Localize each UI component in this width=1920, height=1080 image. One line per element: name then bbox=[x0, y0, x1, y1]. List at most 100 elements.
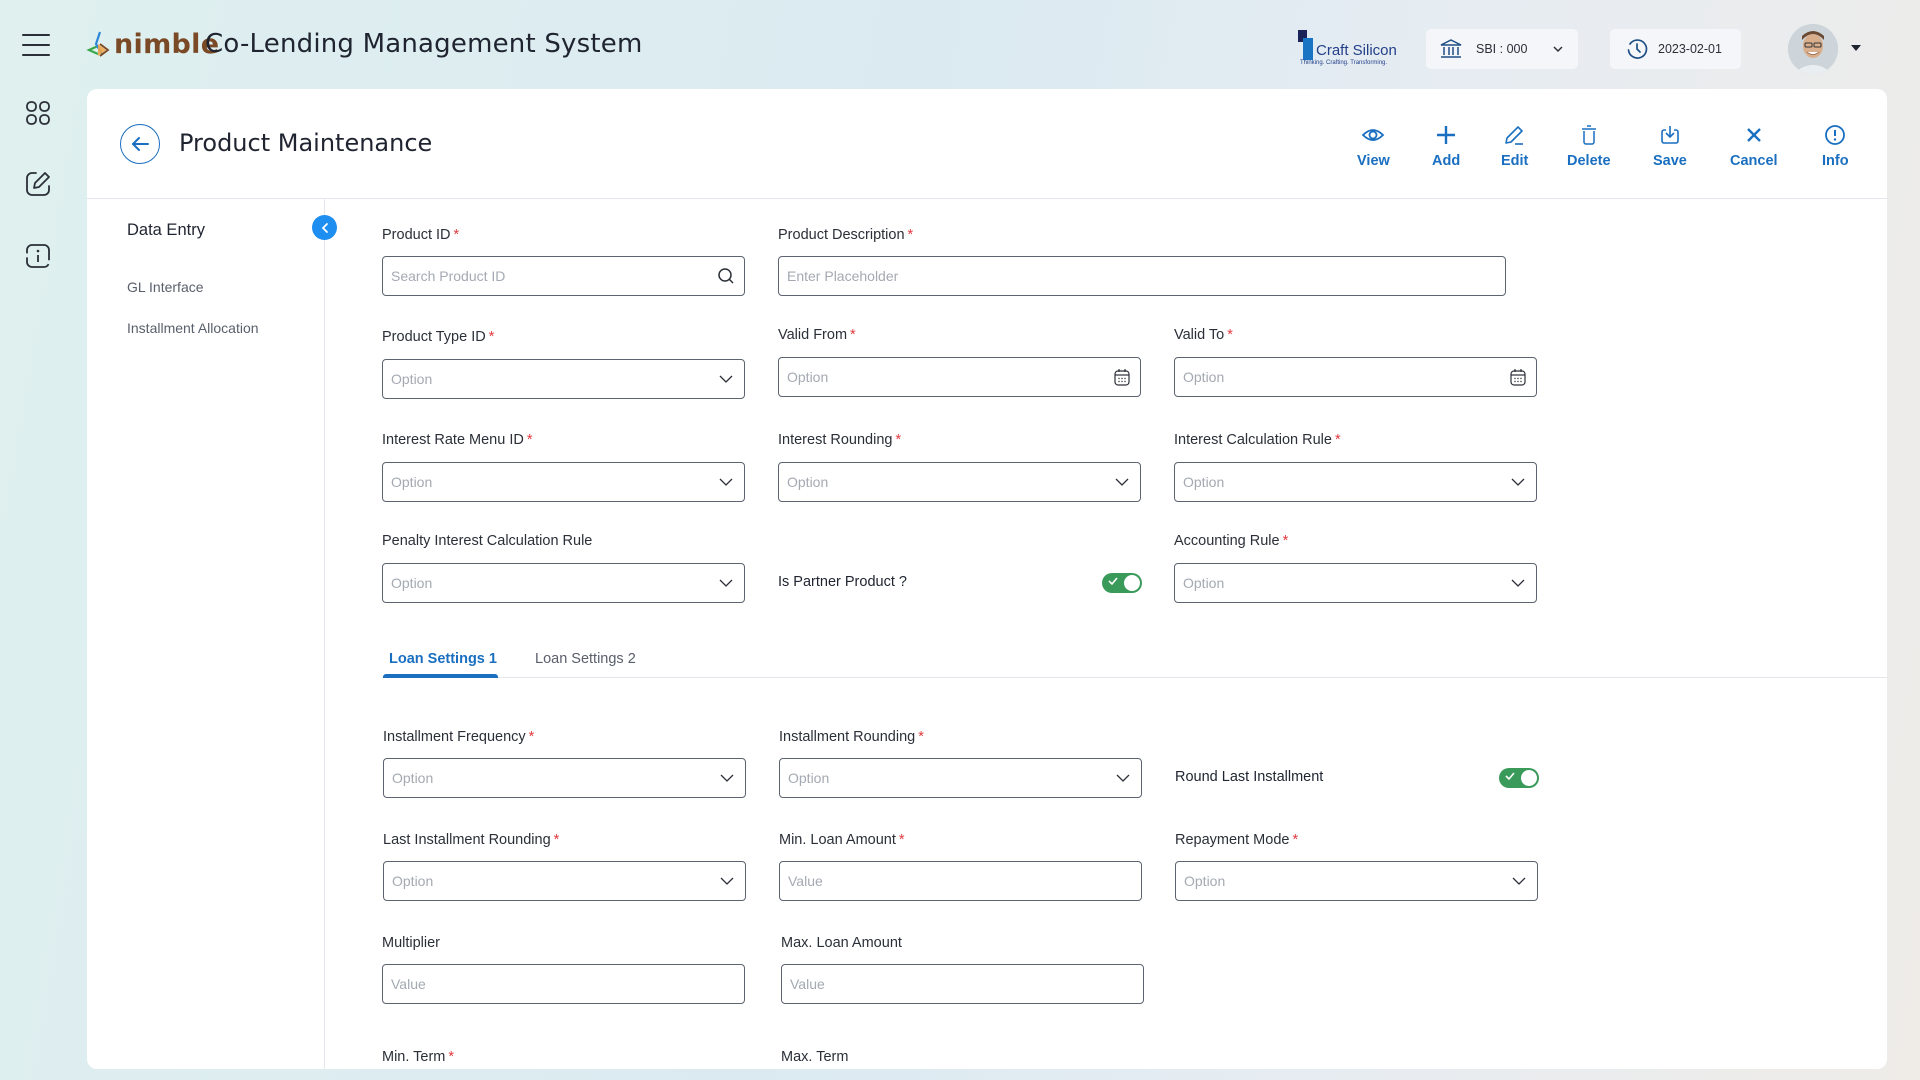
avatar-image bbox=[1788, 24, 1838, 74]
rail-dashboard[interactable] bbox=[24, 99, 52, 127]
partner-logo-mark bbox=[1303, 38, 1313, 60]
business-date[interactable]: 2023-02-01 bbox=[1610, 29, 1741, 69]
pencil-icon bbox=[1504, 126, 1523, 145]
back-button[interactable] bbox=[120, 124, 160, 164]
placeholder: Option bbox=[391, 575, 433, 591]
placeholder: Option bbox=[392, 770, 434, 786]
product-description-label: Product Description * bbox=[778, 227, 914, 243]
rail-edit[interactable] bbox=[24, 170, 52, 198]
product-id-label: Product ID * bbox=[382, 227, 460, 243]
menu-icon-bar bbox=[22, 54, 50, 56]
add-button[interactable]: Add bbox=[1432, 123, 1460, 169]
multiplier-input[interactable]: Value bbox=[382, 964, 745, 1004]
delete-button[interactable]: Delete bbox=[1567, 123, 1611, 169]
accounting-rule-select[interactable]: Option bbox=[1174, 563, 1537, 603]
sidebar-item-installment-allocation[interactable]: Installment Allocation bbox=[127, 320, 259, 336]
valid-to-date-input[interactable]: Option bbox=[1174, 357, 1537, 397]
valid-from-date-input[interactable]: Option bbox=[778, 357, 1141, 397]
view-button[interactable]: View bbox=[1357, 123, 1390, 169]
interest-rate-menu-id-select[interactable]: Option bbox=[382, 462, 745, 502]
valid-to-label: Valid To * bbox=[1174, 327, 1233, 343]
installment-frequency-select[interactable]: Option bbox=[383, 758, 746, 798]
installment-rounding-select[interactable]: Option bbox=[779, 758, 1142, 798]
save-label: Save bbox=[1653, 153, 1687, 169]
placeholder: Value bbox=[391, 976, 426, 992]
collapse-sidebar-button[interactable] bbox=[312, 215, 337, 240]
edit-icon bbox=[26, 172, 50, 196]
user-menu-caret-icon[interactable] bbox=[1851, 45, 1861, 51]
tab-loan-settings-1[interactable]: Loan Settings 1 bbox=[389, 651, 497, 667]
valid-from-placeholder: Option bbox=[787, 369, 829, 385]
cancel-label: Cancel bbox=[1730, 153, 1778, 169]
clock-icon bbox=[1627, 39, 1648, 59]
edit-button[interactable]: Edit bbox=[1501, 123, 1528, 169]
view-label: View bbox=[1357, 153, 1390, 169]
placeholder: Option bbox=[392, 873, 434, 889]
calendar-icon bbox=[1510, 369, 1526, 386]
interest-calculation-rule-select[interactable]: Option bbox=[1174, 462, 1537, 502]
chevron-down-icon bbox=[1511, 478, 1525, 486]
cancel-button[interactable]: Cancel bbox=[1730, 123, 1778, 169]
header-divider bbox=[87, 198, 1887, 199]
close-icon bbox=[1746, 128, 1761, 142]
search-icon bbox=[718, 268, 734, 284]
branch-selector[interactable]: SBI : 000 bbox=[1426, 29, 1578, 69]
chevron-left-icon bbox=[321, 222, 328, 233]
tab-loan-settings-2[interactable]: Loan Settings 2 bbox=[535, 651, 636, 667]
info-button[interactable]: Info bbox=[1822, 123, 1849, 169]
chevron-down-icon bbox=[720, 774, 734, 782]
menu-toggle-button[interactable] bbox=[22, 34, 50, 56]
eye-icon bbox=[1362, 129, 1385, 141]
max-loan-amount-input[interactable]: Value bbox=[781, 964, 1144, 1004]
round-last-installment-toggle[interactable] bbox=[1499, 768, 1539, 788]
min-loan-amount-input[interactable]: Value bbox=[779, 861, 1142, 901]
rail-info[interactable] bbox=[24, 242, 52, 270]
sidebar-item-gl-interface[interactable]: GL Interface bbox=[127, 279, 204, 295]
delete-label: Delete bbox=[1567, 153, 1611, 169]
placeholder: Option bbox=[1183, 474, 1225, 490]
installment-frequency-label: Installment Frequency * bbox=[383, 729, 535, 745]
placeholder: Option bbox=[1184, 873, 1226, 889]
chevron-down-icon bbox=[1115, 478, 1129, 486]
save-button[interactable]: Save bbox=[1653, 123, 1687, 169]
product-id-search-input[interactable]: Search Product ID bbox=[382, 256, 745, 296]
nimble-logo-mark-icon bbox=[86, 31, 110, 57]
save-icon bbox=[1661, 126, 1679, 144]
info-circle-icon bbox=[1825, 125, 1846, 145]
chevron-down-icon bbox=[719, 579, 733, 587]
chevron-down-icon bbox=[1553, 46, 1563, 53]
page-title: Product Maintenance bbox=[179, 129, 433, 157]
max-term-label: Max. Term bbox=[781, 1049, 849, 1065]
tabs-divider bbox=[383, 677, 1887, 678]
last-installment-rounding-select[interactable]: Option bbox=[383, 861, 746, 901]
chevron-down-icon bbox=[720, 877, 734, 885]
bank-icon bbox=[1440, 39, 1462, 58]
interest-rounding-label: Interest Rounding * bbox=[778, 432, 902, 448]
chevron-down-icon bbox=[1116, 774, 1130, 782]
is-partner-product-toggle[interactable] bbox=[1102, 573, 1142, 593]
chevron-down-icon bbox=[719, 478, 733, 486]
repayment-mode-select[interactable]: Option bbox=[1175, 861, 1538, 901]
arrow-left-icon bbox=[132, 137, 149, 151]
penalty-interest-calculation-rule-label: Penalty Interest Calculation Rule bbox=[382, 533, 593, 549]
interest-rounding-select[interactable]: Option bbox=[778, 462, 1141, 502]
round-last-installment-label: Round Last Installment bbox=[1175, 769, 1324, 785]
product-type-id-label: Product Type ID * bbox=[382, 329, 495, 345]
partner-logo-name: Craft Silicon bbox=[1316, 42, 1397, 59]
product-type-id-select[interactable]: Option bbox=[382, 359, 745, 399]
partner-logo-tagline: Thinking. Crafting. Transforming. bbox=[1300, 60, 1388, 66]
multiplier-label: Multiplier bbox=[382, 935, 441, 951]
max-loan-amount-label: Max. Loan Amount bbox=[781, 935, 902, 951]
product-description-placeholder: Enter Placeholder bbox=[787, 268, 899, 284]
calendar-icon bbox=[1114, 369, 1130, 386]
is-partner-product-label: Is Partner Product ? bbox=[778, 574, 907, 590]
product-description-input[interactable]: Enter Placeholder bbox=[778, 256, 1506, 296]
product-id-placeholder: Search Product ID bbox=[391, 268, 506, 284]
add-label: Add bbox=[1432, 153, 1461, 169]
chevron-down-icon bbox=[1511, 579, 1525, 587]
info-label: Info bbox=[1822, 153, 1849, 169]
main-card: Product Maintenance View Add Edit Delete bbox=[87, 89, 1887, 1069]
placeholder: Option bbox=[788, 770, 830, 786]
user-avatar[interactable] bbox=[1788, 24, 1838, 74]
penalty-interest-calculation-rule-select[interactable]: Option bbox=[382, 563, 745, 603]
